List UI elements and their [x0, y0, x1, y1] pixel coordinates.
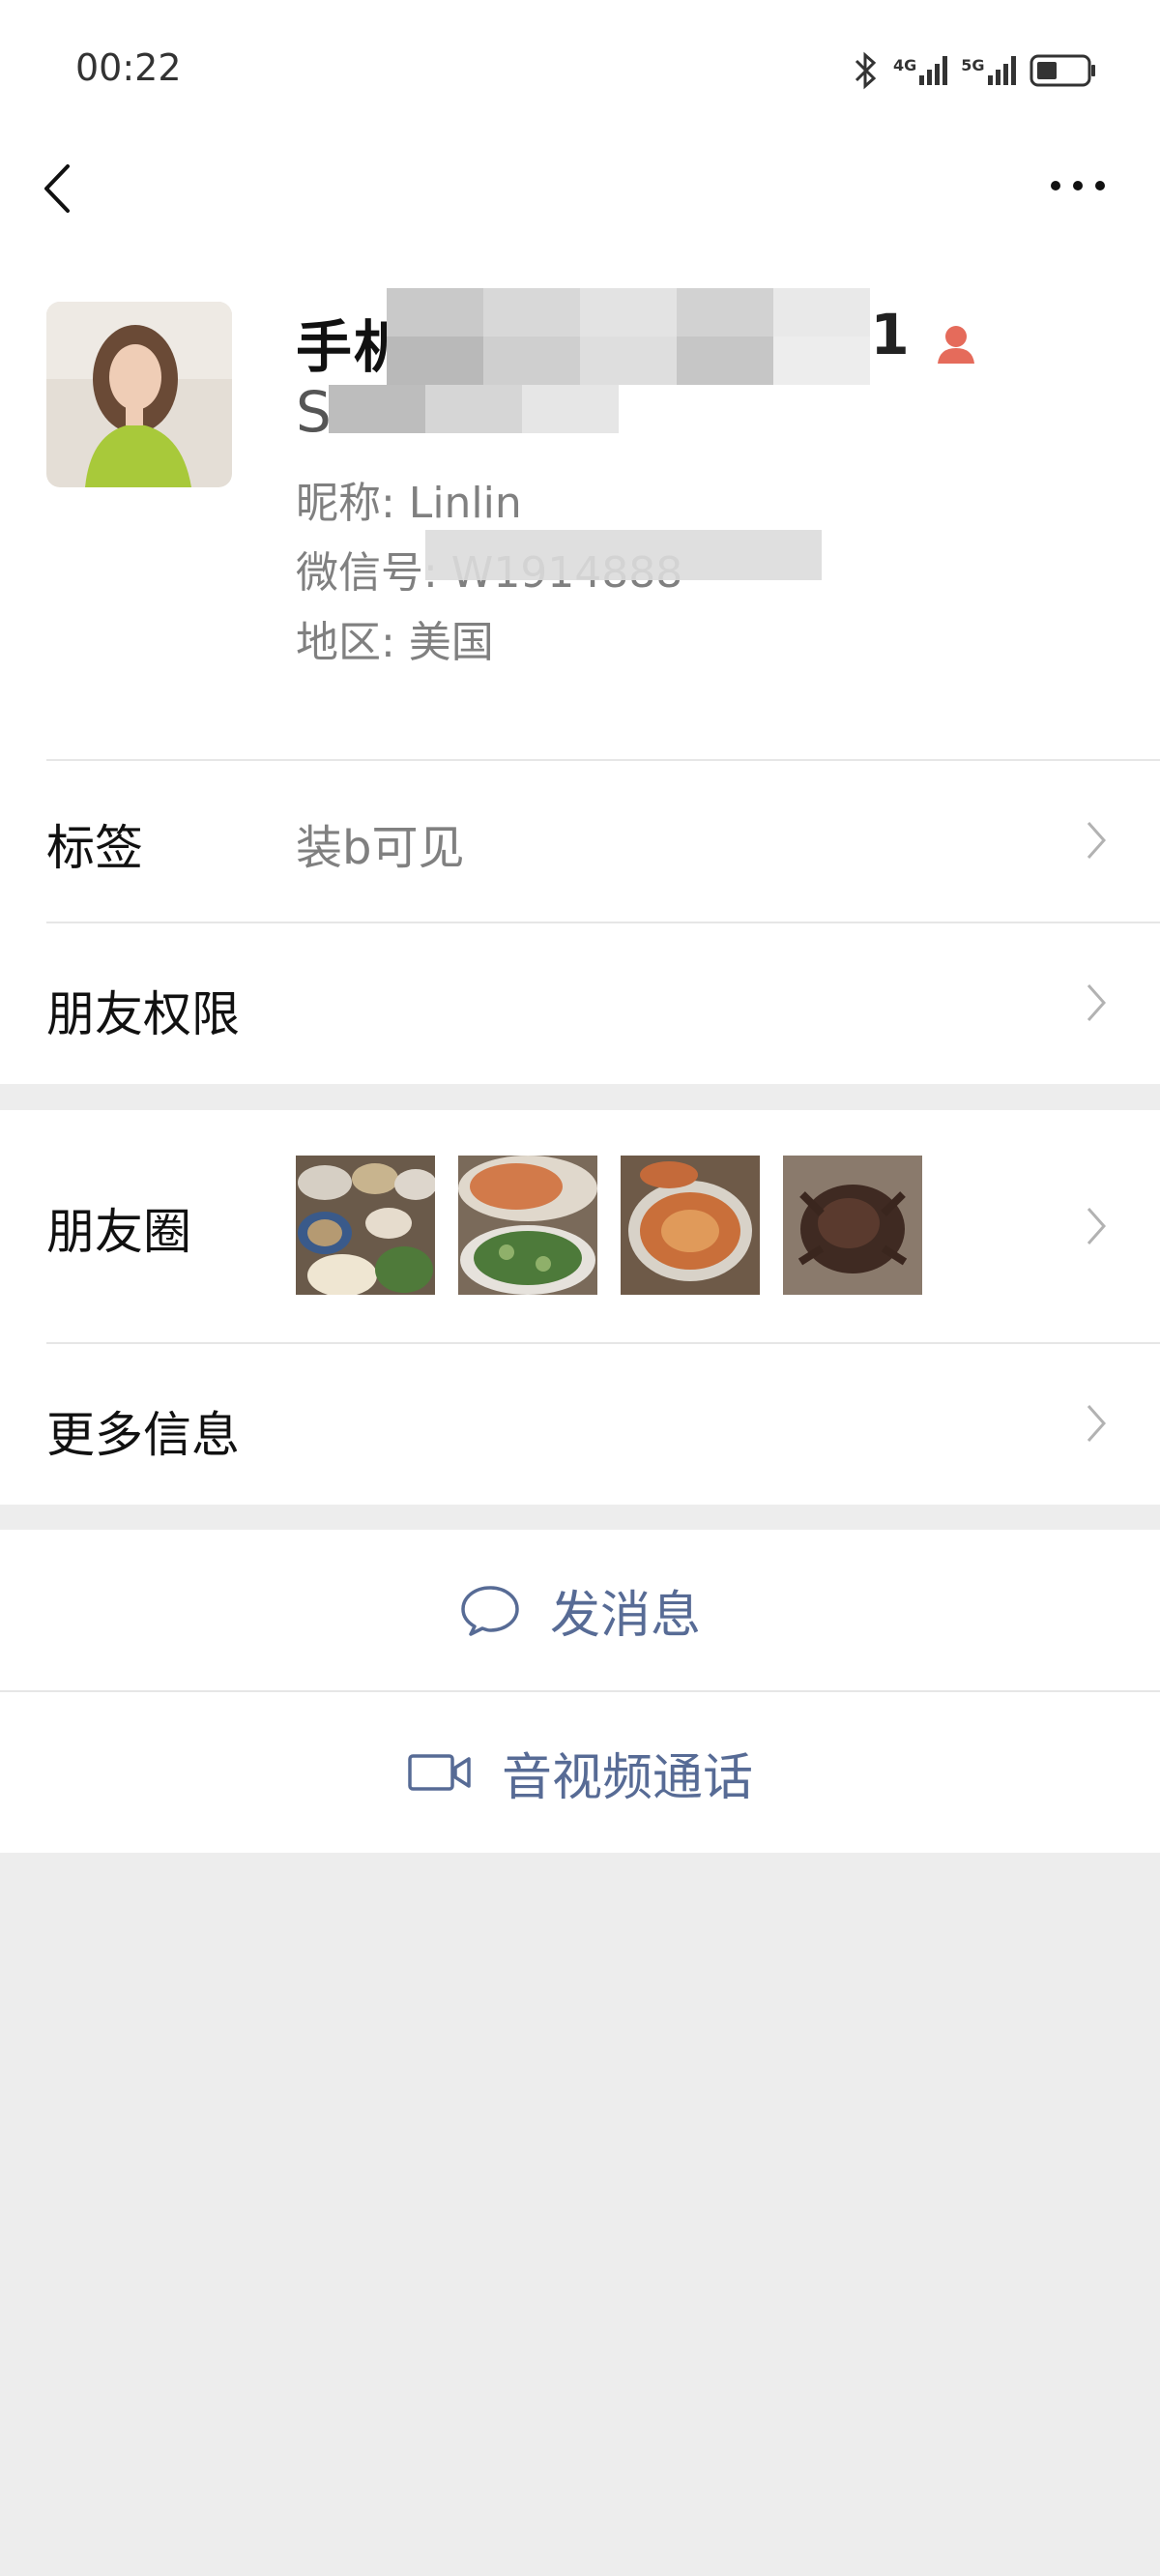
more-dots-icon[interactable]	[1044, 164, 1112, 213]
chevron-right-icon	[1087, 1405, 1107, 1442]
battery-icon	[1030, 54, 1095, 87]
video-camera-icon	[408, 1754, 471, 1791]
moments-thumbnail	[296, 1156, 435, 1295]
signal-5g-icon: 5G	[961, 56, 1016, 85]
tags-value: 装b可见	[296, 821, 465, 875]
tags-cell[interactable]: 标签 装b可见	[0, 759, 1160, 922]
permissions-label: 朋友权限	[46, 986, 240, 1042]
video-call-button[interactable]: 音视频通话	[0, 1692, 1160, 1853]
bluetooth-icon	[855, 51, 877, 90]
moments-cell[interactable]: 朋友圈	[0, 1110, 1160, 1342]
avatar[interactable]	[46, 302, 232, 487]
chevron-right-icon	[1087, 822, 1107, 859]
status-icons: 4G 5G	[851, 46, 1097, 95]
chat-bubble-icon	[461, 1586, 519, 1636]
moments-thumbnail	[783, 1156, 922, 1295]
signal-4g-icon: 4G	[893, 56, 948, 85]
signal-4g-label: 4G	[893, 56, 917, 74]
moments-label: 朋友圈	[46, 1204, 191, 1260]
female-icon	[938, 326, 974, 364]
send-message-button[interactable]: 发消息	[0, 1530, 1160, 1690]
more-info-label: 更多信息	[46, 1407, 240, 1463]
moments-thumbnail	[621, 1156, 760, 1295]
moments-thumbnail	[458, 1156, 597, 1295]
chevron-right-icon	[1087, 984, 1107, 1021]
more-info-cell[interactable]: 更多信息	[0, 1342, 1160, 1505]
status-time: 00:22	[75, 46, 182, 89]
chevron-right-icon	[1087, 1208, 1107, 1244]
video-call-label: 音视频通话	[501, 1748, 753, 1807]
permissions-cell[interactable]: 朋友权限	[0, 922, 1160, 1084]
name-blur-mosaic	[290, 288, 967, 443]
avatar-photo	[46, 302, 232, 487]
wechat-id-blur	[425, 530, 822, 580]
signal-5g-label: 5G	[961, 56, 985, 74]
chevron-left-icon[interactable]	[37, 155, 104, 222]
send-message-label: 发消息	[549, 1586, 701, 1645]
nickname: 昵称: Linlin	[296, 479, 522, 528]
region: 地区: 美国	[296, 618, 494, 667]
nav-bar	[0, 135, 1160, 242]
tags-label: 标签	[46, 820, 143, 876]
